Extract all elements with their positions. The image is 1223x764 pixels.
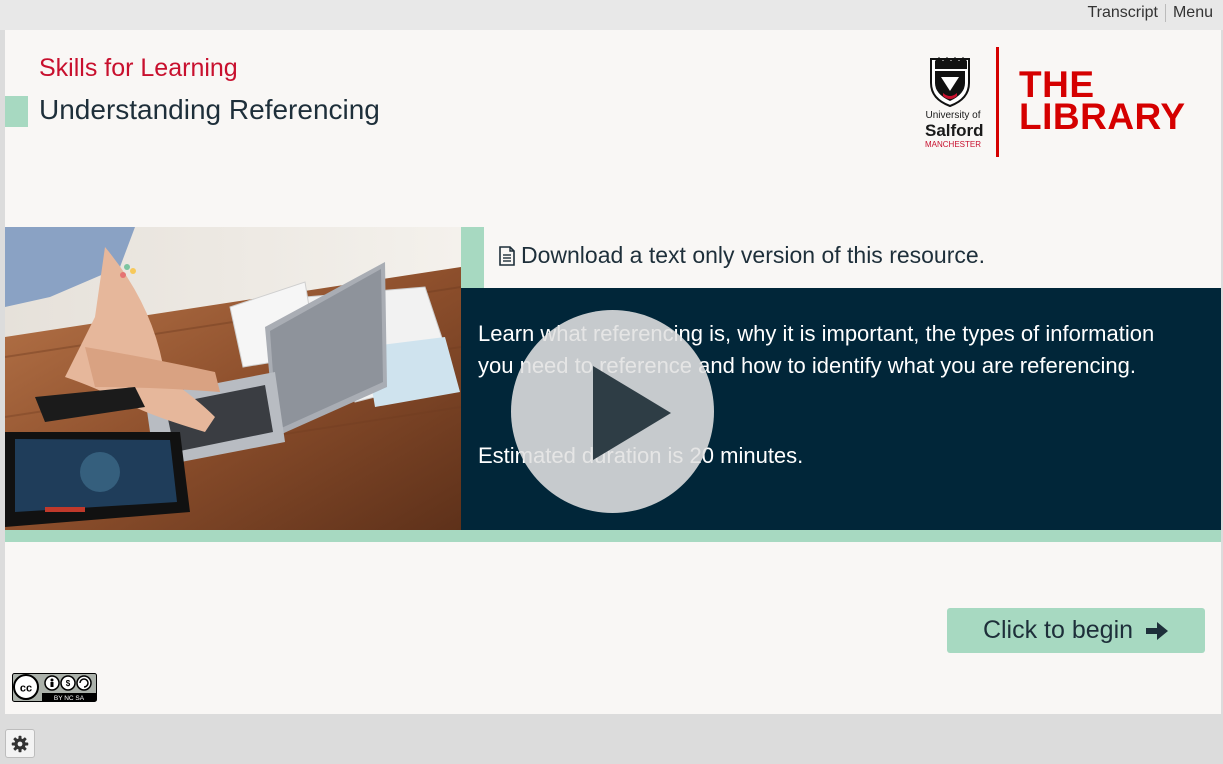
bottom-bar	[0, 714, 1223, 764]
library-line2: LIBRARY	[1019, 96, 1186, 137]
title-accent	[5, 96, 28, 127]
download-label: Download a text only version of this res…	[521, 242, 986, 268]
nav-divider	[1164, 4, 1166, 22]
svg-text:$: $	[66, 679, 71, 688]
cc-by-nc-sa-icon[interactable]: cc $ BY NC SA	[12, 673, 97, 702]
download-link[interactable]: Download a text only version of this res…	[499, 242, 985, 269]
begin-label: Click to begin	[982, 616, 1134, 644]
accent-band	[5, 530, 1221, 542]
document-icon	[499, 245, 515, 266]
university-line3: MANCHESTER	[925, 140, 982, 149]
download-accent	[461, 227, 484, 288]
menu-link[interactable]: Menu	[1173, 4, 1213, 22]
arrow-right-icon	[1146, 621, 1169, 640]
play-button[interactable]	[511, 310, 714, 513]
cc-license-label: BY NC SA	[54, 695, 85, 702]
logo-divider	[996, 47, 999, 157]
transcript-link[interactable]: Transcript	[1087, 4, 1158, 22]
laptop-photo	[5, 227, 461, 530]
university-line2: Salford	[925, 121, 984, 140]
library-wordmark: THE LIBRARY	[1019, 66, 1186, 137]
top-nav: Transcript Menu	[1087, 4, 1213, 22]
university-crest-icon	[930, 57, 970, 107]
university-line1: University of	[925, 110, 981, 121]
settings-button[interactable]	[5, 729, 35, 758]
top-bar: Transcript Menu	[0, 0, 1223, 30]
university-wordmark: University of Salford MANCHESTER	[925, 110, 984, 149]
course-subtitle: Skills for Learning	[39, 54, 238, 82]
svg-text:cc: cc	[20, 683, 32, 695]
gear-icon	[11, 735, 29, 752]
library-logo: University of Salford MANCHESTER THE LIB…	[923, 47, 1198, 157]
page-title: Understanding Referencing	[39, 94, 380, 125]
slide: Skills for Learning Understanding Refere…	[5, 30, 1221, 714]
play-icon	[593, 366, 671, 460]
begin-button[interactable]: Click to begin	[947, 608, 1205, 653]
